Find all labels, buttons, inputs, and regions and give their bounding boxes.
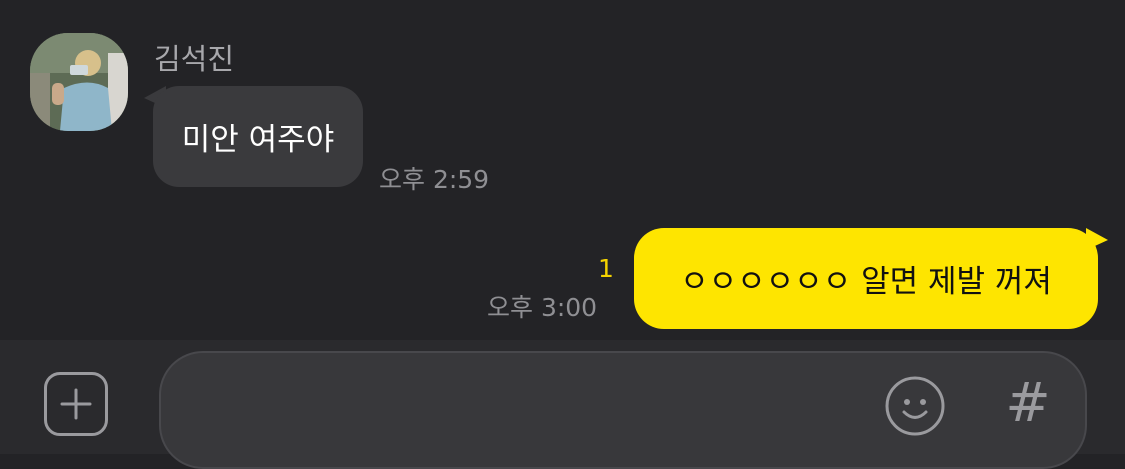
avatar[interactable] <box>30 33 128 131</box>
outgoing-message-bubble[interactable]: ㅇㅇㅇㅇㅇㅇ 알면 제발 꺼져 <box>634 228 1098 329</box>
outgoing-message-time: 오후 3:00 <box>487 293 598 322</box>
smiley-icon[interactable] <box>884 375 946 437</box>
incoming-message-time: 오후 2:59 <box>379 165 490 194</box>
outgoing-bubble-tail <box>1086 228 1108 250</box>
sender-name: 김석진 <box>154 42 235 76</box>
avatar-photo <box>30 33 128 131</box>
hashtag-icon[interactable]: # <box>1000 372 1056 434</box>
message-input[interactable] <box>159 351 1087 469</box>
chat-area: 김석진 미안 여주야 오후 2:59 1 오후 3:00 ㅇㅇㅇㅇㅇㅇ 알면 제… <box>0 0 1125 340</box>
incoming-message-bubble[interactable]: 미안 여주야 <box>153 86 363 187</box>
unread-count: 1 <box>598 254 614 283</box>
plus-square-icon[interactable] <box>44 372 108 436</box>
